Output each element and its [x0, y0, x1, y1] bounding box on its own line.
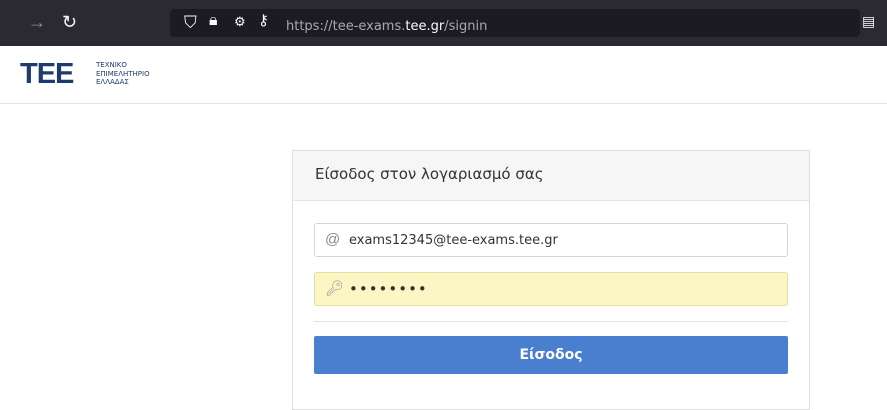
url-bar[interactable]: [170, 9, 860, 37]
email-field[interactable]: @: [314, 223, 788, 257]
url-domain: tee.gr: [405, 19, 445, 34]
password-input[interactable]: [349, 273, 779, 305]
reader-view-icon[interactable]: ▤: [862, 14, 875, 28]
forward-icon[interactable]: →: [28, 13, 46, 31]
reload-icon[interactable]: ↻: [62, 13, 77, 31]
email-input[interactable]: [349, 224, 779, 256]
permissions-icon[interactable]: ⚙: [234, 15, 246, 28]
tracking-shield-icon[interactable]: ⛉: [184, 14, 197, 31]
tee-logo[interactable]: TEE: [20, 60, 74, 89]
login-card-header: Είσοδος στον λογαριασμό σας: [293, 151, 809, 201]
logo-subtitle: ΤΕΧΝΙΚΟ ΕΠΙΜΕΛΗΤΗΡΙΟ ΕΛΛΑΔΑΣ: [96, 61, 150, 86]
url-text[interactable]: https://tee-exams.tee.gr/signin: [286, 20, 487, 34]
at-sign-icon: @: [325, 231, 341, 248]
key-icon[interactable]: ⚷: [258, 13, 269, 28]
key-icon: 🔑︎: [325, 280, 345, 297]
browser-toolbar: ‹ → ↻ ⛉ 🔒︎ ⚙ ⚷ https://tee-exams.tee.gr/…: [0, 0, 887, 46]
password-field[interactable]: 🔑︎: [314, 272, 788, 306]
form-divider: [314, 321, 788, 322]
login-card: Είσοδος στον λογαριασμό σας @ 🔑︎ Είσοδος: [292, 150, 810, 410]
site-header: TEE ΤΕΧΝΙΚΟ ΕΠΙΜΕΛΗΤΗΡΙΟ ΕΛΛΑΔΑΣ: [0, 46, 887, 104]
lock-icon[interactable]: 🔒︎: [209, 13, 218, 29]
login-title: Είσοδος στον λογαριασμό σας: [315, 165, 544, 183]
signin-button[interactable]: Είσοδος: [314, 336, 788, 374]
